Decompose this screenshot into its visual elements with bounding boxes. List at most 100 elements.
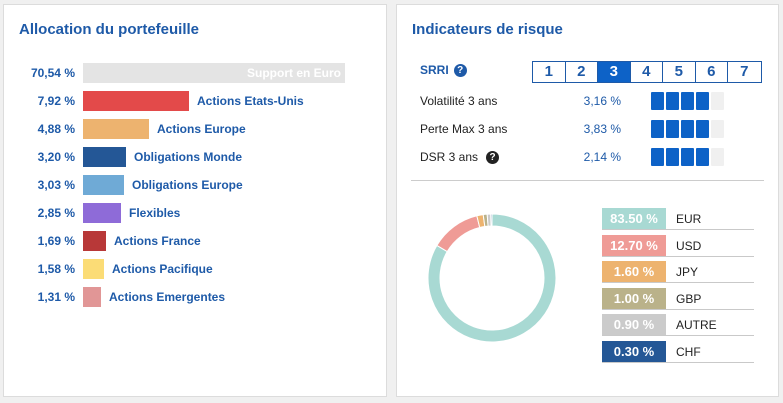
- allocation-row: 4,88 % Actions Europe: [4, 118, 384, 140]
- risk-name-text: Perte Max 3 ans: [420, 122, 508, 136]
- allocation-row: 7,92 % Actions Etats-Unis: [4, 90, 384, 112]
- legend-pct: 83.50 %: [602, 208, 666, 229]
- risk-meter-segment: [666, 148, 679, 166]
- legend-currency: EUR: [676, 212, 702, 226]
- allocation-bar: [83, 231, 106, 251]
- allocation-pct: 7,92 %: [37, 94, 75, 108]
- risk-value: 3,83 %: [583, 122, 621, 136]
- allocation-bar: Support en Euro: [83, 63, 345, 83]
- risk-meter-segment: [681, 92, 694, 110]
- allocation-pct: 1,58 %: [37, 262, 75, 276]
- legend-row: 0.90 % AUTRE: [602, 314, 754, 336]
- risk-meter-segment: [651, 120, 664, 138]
- allocation-label[interactable]: Actions Europe: [157, 122, 246, 136]
- risk-meter-segment: [696, 148, 709, 166]
- legend-row: 0.30 % CHF: [602, 340, 754, 363]
- allocation-label[interactable]: Actions France: [114, 234, 201, 248]
- allocation-row: 3,03 % Obligations Europe: [4, 174, 384, 196]
- srri-scale: 1234567: [532, 61, 762, 83]
- legend-pct: 1.60 %: [602, 261, 666, 282]
- help-icon[interactable]: ?: [453, 64, 467, 78]
- risk-meter: [651, 148, 726, 166]
- donut-slice[interactable]: [436, 215, 481, 253]
- risk-meter-segment: [681, 120, 694, 138]
- risk-meter-segment: [696, 92, 709, 110]
- risk-row: Perte Max 3 ans 3,83 %: [397, 119, 777, 139]
- allocation-label[interactable]: Actions Etats-Unis: [197, 94, 304, 108]
- allocation-row: 1,31 % Actions Emergentes: [4, 286, 384, 308]
- risk-meter-segment: [651, 148, 664, 166]
- risk-meter-segment: [651, 92, 664, 110]
- risk-value: 3,16 %: [583, 94, 621, 108]
- allocation-pct: 70,54 %: [30, 66, 75, 80]
- allocation-bar: [83, 175, 124, 195]
- allocation-title: Allocation du portefeuille: [19, 21, 200, 38]
- risk-meter-segment: [666, 92, 679, 110]
- allocation-bar: [83, 119, 149, 139]
- legend-row: 1.60 % JPY: [602, 261, 754, 283]
- srri-label: SRRI: [420, 63, 449, 77]
- legend-currency: CHF: [676, 344, 701, 359]
- srri-cell: 5: [663, 62, 696, 82]
- srri-cell: 7: [740, 63, 749, 80]
- allocation-pct: 2,85 %: [37, 206, 75, 220]
- allocation-label[interactable]: Flexibles: [129, 206, 180, 220]
- allocation-pct: 3,03 %: [37, 178, 75, 192]
- srri-label-wrap: SRRI?: [420, 63, 467, 78]
- risk-row: Volatilité 3 ans 3,16 %: [397, 91, 777, 111]
- risk-title: Indicateurs de risque: [412, 21, 563, 38]
- allocation-row: 1,58 % Actions Pacifique: [4, 258, 384, 280]
- help-icon[interactable]: ?: [486, 151, 500, 165]
- srri-cell: 1: [533, 62, 566, 82]
- allocation-bar: [83, 91, 189, 111]
- legend-pct: 0.30 %: [602, 340, 666, 362]
- allocation-label[interactable]: Obligations Europe: [132, 178, 243, 192]
- legend-pct: 1.00 %: [602, 287, 666, 309]
- risk-name-text: Volatilité 3 ans: [420, 94, 498, 108]
- divider: [411, 180, 764, 181]
- legend-currency: USD: [676, 238, 702, 253]
- risk-meter: [651, 120, 726, 138]
- legend-currency: JPY: [676, 265, 699, 279]
- allocation-bar: [83, 203, 121, 223]
- legend-row: 1.00 % GBP: [602, 287, 754, 310]
- risk-row: DSR 3 ans? 2,14 %: [397, 147, 777, 167]
- risk-meter-segment: [696, 120, 709, 138]
- risk-name: Perte Max 3 ans: [420, 122, 507, 136]
- srri-cell: 2: [566, 62, 598, 82]
- risk-meter-segment: [711, 92, 724, 110]
- allocation-label[interactable]: Support en Euro: [247, 66, 341, 80]
- risk-meter-segment: [711, 148, 724, 166]
- allocation-row: 2,85 % Flexibles: [4, 202, 384, 224]
- allocation-pct: 1,31 %: [37, 290, 75, 304]
- risk-name: Volatilité 3 ans: [420, 94, 497, 108]
- allocation-pct: 1,69 %: [37, 234, 75, 248]
- allocation-label[interactable]: Obligations Monde: [134, 150, 242, 164]
- legend-pct: 12.70 %: [602, 234, 666, 256]
- allocation-label[interactable]: Actions Pacifique: [112, 262, 213, 276]
- legend-row: 12.70 % USD: [602, 234, 754, 257]
- legend-currency: GBP: [676, 291, 702, 306]
- legend-row: 83.50 % EUR: [602, 208, 754, 230]
- srri-cell: 3: [598, 62, 631, 82]
- currency-donut-chart: [427, 213, 557, 343]
- allocation-pct: 3,20 %: [37, 150, 75, 164]
- risk-panel: Indicateurs de risque SRRI? 1234567 Vola…: [396, 4, 779, 397]
- allocation-row: 1,69 % Actions France: [4, 230, 384, 252]
- risk-meter-segment: [711, 120, 724, 138]
- allocation-label[interactable]: Actions Emergentes: [109, 290, 225, 304]
- risk-meter: [651, 92, 726, 110]
- donut-slice[interactable]: [490, 213, 493, 227]
- allocation-row: 70,54 % Support en Euro: [4, 62, 384, 84]
- allocation-bar: [83, 147, 126, 167]
- allocation-bar: [83, 287, 101, 307]
- risk-meter-segment: [666, 120, 679, 138]
- allocation-pct: 4,88 %: [37, 122, 75, 136]
- risk-name: DSR 3 ans?: [420, 150, 500, 165]
- srri-cell: 6: [696, 62, 728, 82]
- risk-value: 2,14 %: [583, 150, 621, 164]
- risk-meter-segment: [681, 148, 694, 166]
- allocation-bar: [83, 259, 104, 279]
- legend-pct: 0.90 %: [602, 314, 666, 335]
- allocation-row: 3,20 % Obligations Monde: [4, 146, 384, 168]
